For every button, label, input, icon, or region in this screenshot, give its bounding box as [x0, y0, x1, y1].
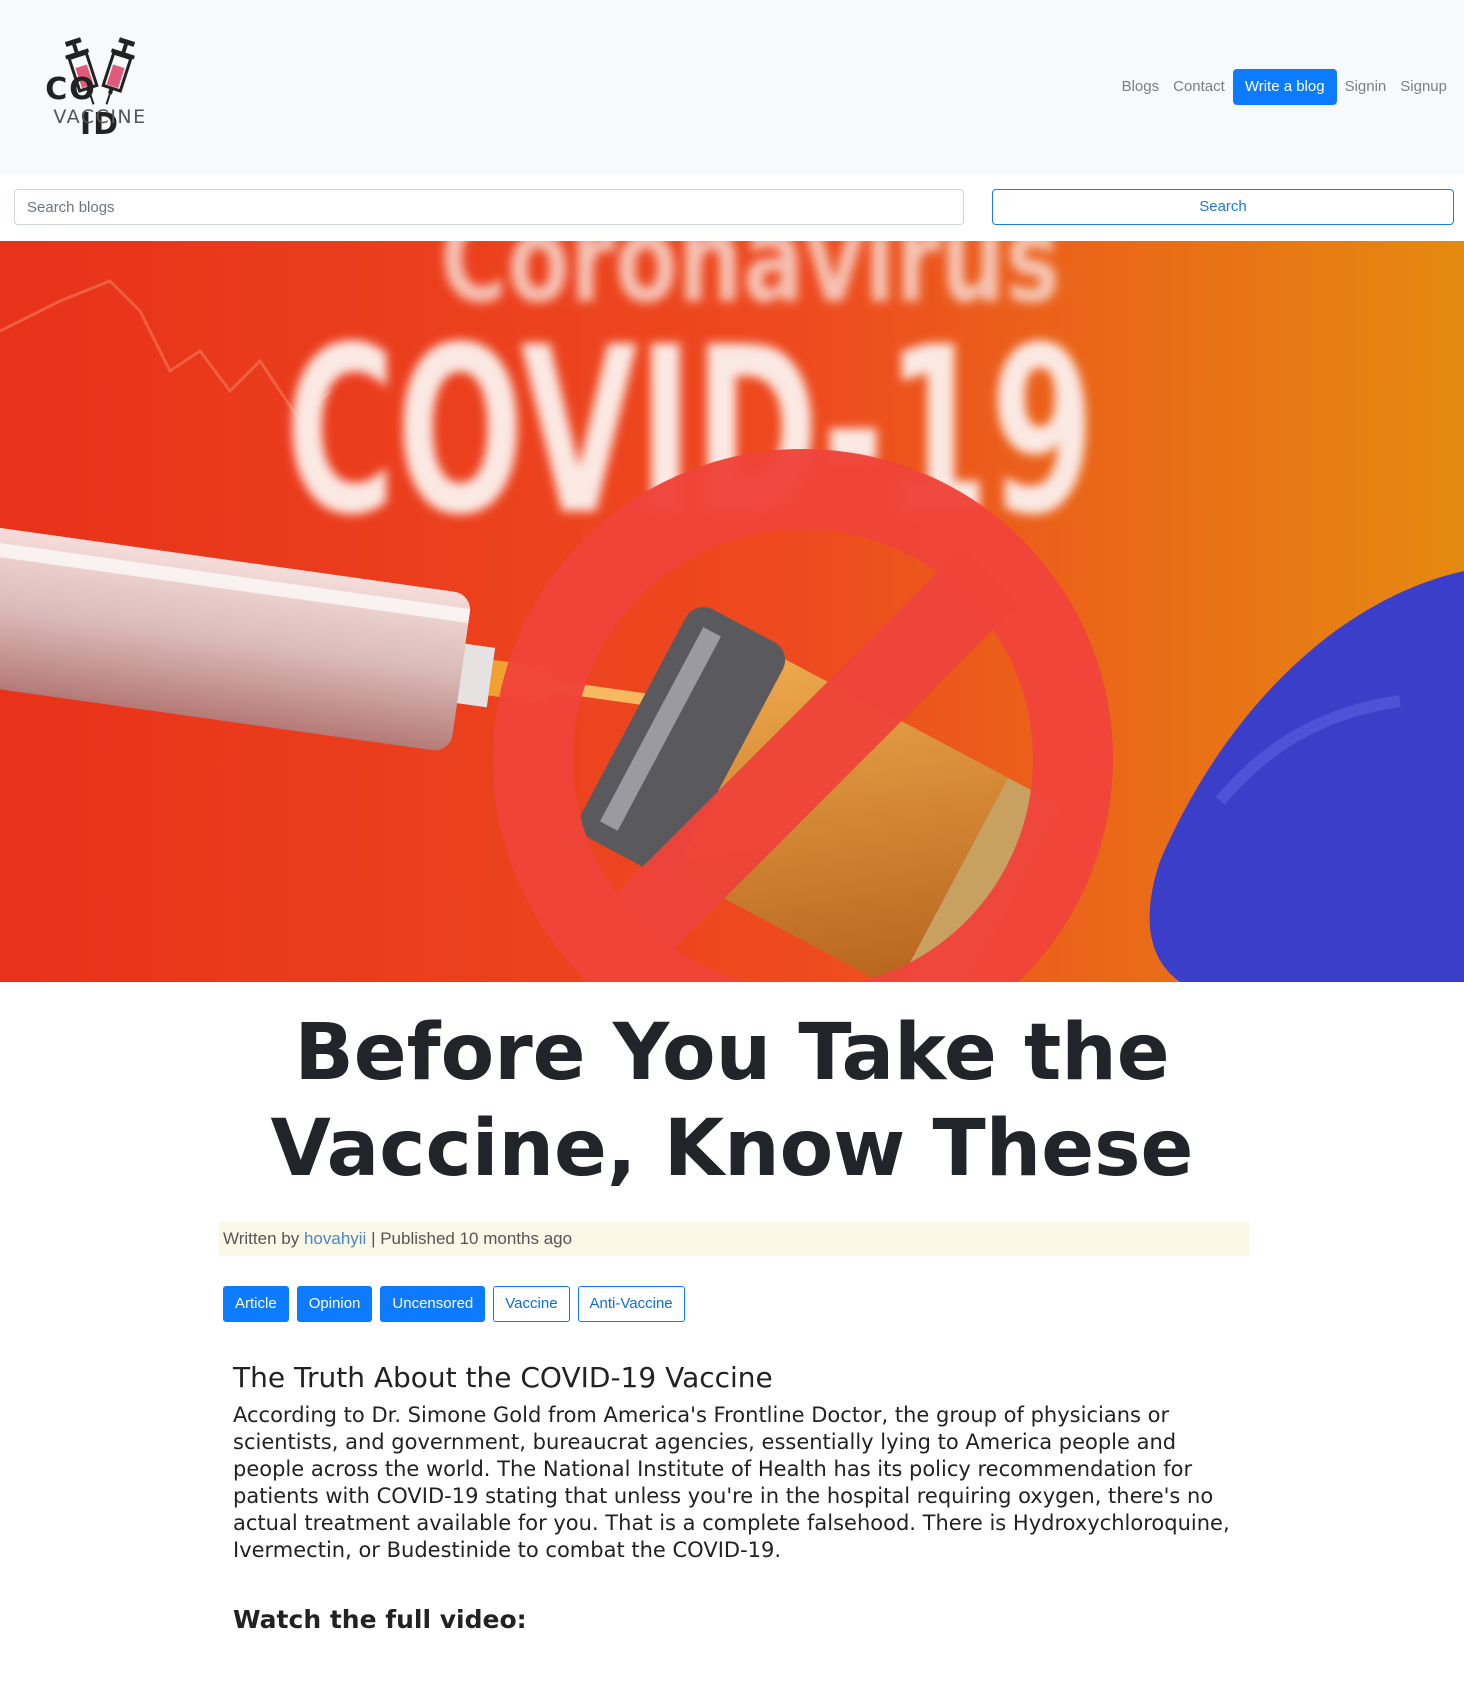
article-paragraph: According to Dr. Simone Gold from Americ…	[233, 1403, 1230, 1562]
navbar: COID VACCINE Blogs Contact Write a blog …	[0, 0, 1464, 174]
nav-contact[interactable]: Contact	[1173, 77, 1225, 97]
nav-blogs[interactable]: Blogs	[1122, 77, 1160, 97]
tag-anti-vaccine[interactable]: Anti-Vaccine	[577, 1286, 685, 1322]
author-link[interactable]: hovahyii	[304, 1229, 366, 1248]
article-body: The Truth About the COVID-19 Vaccine Acc…	[233, 1360, 1233, 1636]
nav-signup[interactable]: Signup	[1400, 77, 1447, 97]
logo-subtitle: VACCINE	[53, 106, 147, 128]
meta-prefix: Written by	[223, 1229, 300, 1248]
nav-signin[interactable]: Signin	[1345, 77, 1387, 97]
nav-links: Blogs Contact Write a blog Signin Signup	[1108, 69, 1447, 105]
write-blog-button[interactable]: Write a blog	[1232, 69, 1337, 105]
tag-list: Article Opinion Uncensored Vaccine Anti-…	[223, 1286, 693, 1322]
tag-article[interactable]: Article	[223, 1286, 289, 1322]
tag-vaccine[interactable]: Vaccine	[493, 1286, 570, 1322]
hero-image: Coronavirus COVID-19	[0, 241, 1464, 982]
article-heading: The Truth About the COVID-19 Vaccine	[233, 1361, 773, 1394]
site-logo[interactable]: COID VACCINE	[30, 36, 170, 142]
video-heading: Watch the full video:	[233, 1605, 527, 1634]
article-meta: Written by hovahyii | Published 10 month…	[219, 1222, 1249, 1256]
search-button[interactable]: Search	[992, 189, 1454, 225]
meta-published: | Published 10 months ago	[371, 1229, 573, 1248]
tag-opinion[interactable]: Opinion	[296, 1286, 373, 1322]
search-input[interactable]	[14, 189, 964, 225]
tag-uncensored[interactable]: Uncensored	[380, 1286, 486, 1322]
article-title: Before You Take the Vaccine, Know These	[270, 1008, 1194, 1194]
